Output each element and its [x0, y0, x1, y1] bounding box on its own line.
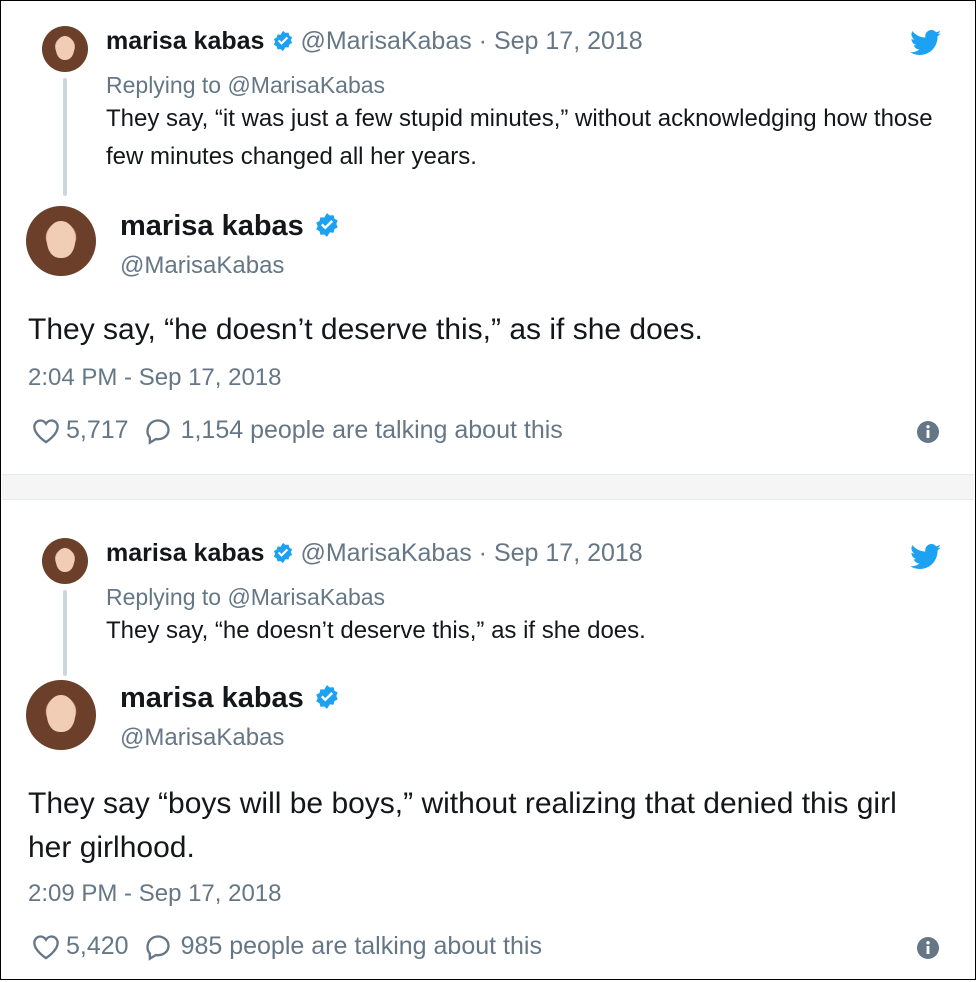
card-separator: [2, 474, 974, 500]
author-name[interactable]: marisa kabas: [120, 682, 304, 714]
like-count[interactable]: 5,420: [66, 932, 129, 961]
talking-count[interactable]: 1,154 people are talking about this: [181, 416, 563, 445]
info-icon[interactable]: [916, 936, 940, 960]
parent-handle[interactable]: @MarisaKabas: [300, 27, 471, 55]
verified-badge-icon: [316, 213, 338, 237]
parent-tweet-text: They say, “he doesn’t deserve this,” as …: [106, 617, 646, 644]
author-avatar[interactable]: [26, 206, 96, 276]
date-separator: ·: [471, 27, 494, 55]
thread-line: [63, 590, 67, 676]
parent-tweet-text: They say, “it was just a few stupid minu…: [106, 105, 933, 170]
info-icon[interactable]: [916, 420, 940, 444]
tweet-text: They say, “he doesn’t deserve this,” as …: [28, 313, 703, 346]
heart-icon[interactable]: [32, 418, 60, 444]
parent-handle[interactable]: @MarisaKabas: [300, 539, 471, 567]
tweet-card[interactable]: marisa kabas @MarisaKabas · Sep 17, 2018 …: [2, 2, 974, 474]
author-handle[interactable]: @MarisaKabas: [120, 252, 284, 280]
verified-badge-icon: [274, 30, 293, 52]
twitter-bird-icon[interactable]: [910, 30, 942, 56]
replying-to[interactable]: Replying to @MarisaKabas: [106, 584, 385, 611]
reply-bubble-icon[interactable]: [143, 417, 173, 445]
talking-count[interactable]: 985 people are talking about this: [181, 932, 542, 961]
author-avatar[interactable]: [26, 680, 96, 750]
parent-header: marisa kabas @MarisaKabas · Sep 17, 2018: [106, 26, 643, 56]
parent-date[interactable]: Sep 17, 2018: [494, 539, 643, 567]
parent-author-name[interactable]: marisa kabas: [106, 27, 264, 55]
date-separator: ·: [471, 539, 494, 567]
tweet-text: They say “boys will be boys,” without re…: [28, 787, 897, 864]
tweet-card[interactable]: marisa kabas @MarisaKabas · Sep 17, 2018 …: [2, 500, 974, 978]
parent-author-name[interactable]: marisa kabas: [106, 539, 264, 567]
thread-line: [63, 78, 67, 196]
author-handle[interactable]: @MarisaKabas: [120, 724, 284, 752]
verified-badge-icon: [316, 685, 338, 709]
author-name-row[interactable]: marisa kabas: [120, 682, 346, 715]
like-count[interactable]: 5,717: [66, 416, 129, 445]
tweet-stats: 5,717 1,154 people are talking about thi…: [32, 416, 563, 445]
parent-avatar[interactable]: [42, 26, 88, 72]
parent-avatar[interactable]: [42, 538, 88, 584]
tweet-timestamp[interactable]: 2:04 PM - Sep 17, 2018: [28, 364, 282, 392]
author-name[interactable]: marisa kabas: [120, 210, 304, 242]
author-name-row[interactable]: marisa kabas: [120, 210, 346, 243]
replying-to[interactable]: Replying to @MarisaKabas: [106, 72, 385, 99]
verified-badge-icon: [274, 542, 293, 564]
tweet-stats: 5,420 985 people are talking about this: [32, 932, 542, 961]
tweet-timestamp[interactable]: 2:09 PM - Sep 17, 2018: [28, 880, 282, 908]
parent-header: marisa kabas @MarisaKabas · Sep 17, 2018: [106, 538, 643, 568]
twitter-bird-icon[interactable]: [910, 544, 942, 570]
reply-bubble-icon[interactable]: [143, 933, 173, 961]
parent-date[interactable]: Sep 17, 2018: [494, 27, 643, 55]
heart-icon[interactable]: [32, 934, 60, 960]
